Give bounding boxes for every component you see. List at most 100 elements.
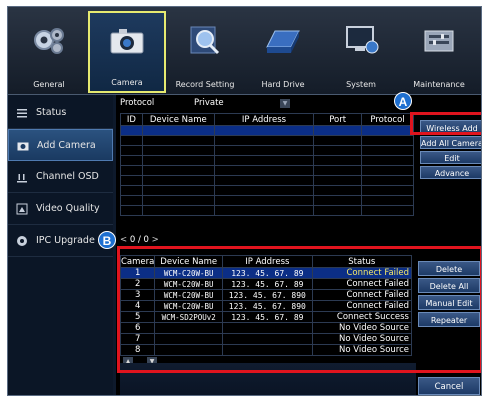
sidebar-item-channel-osd[interactable]: Channel OSD	[8, 161, 113, 193]
table-row[interactable]	[120, 135, 414, 146]
table-cell	[120, 205, 143, 216]
table-cell	[141, 165, 215, 176]
table-cell	[213, 205, 315, 216]
table-cell	[141, 125, 215, 136]
osd-icon	[17, 174, 27, 183]
table-row[interactable]	[120, 125, 414, 136]
table-cell	[361, 165, 414, 176]
sidebar-item-status[interactable]: Status	[8, 97, 113, 129]
hard-drive-icon	[266, 30, 300, 53]
menu-maintenance[interactable]: Maintenance	[400, 11, 478, 93]
edit-button[interactable]: Edit	[420, 151, 481, 164]
dropdown-arrow-icon[interactable]: ▼	[280, 99, 290, 108]
marker-b: B	[98, 231, 116, 249]
table-header-row: ID Device Name IP Address Port Protocol	[120, 113, 414, 126]
table-cell	[361, 125, 414, 136]
table-cell	[141, 185, 215, 196]
camera-icon	[110, 29, 144, 54]
menu-label: Hard Drive	[261, 80, 305, 89]
menu-label: General	[33, 80, 65, 89]
table-cell	[213, 175, 315, 186]
sidebar-item-video-quality[interactable]: Video Quality	[8, 193, 113, 225]
page-total: 0	[143, 235, 149, 245]
table-cell	[313, 155, 363, 166]
table-cell	[313, 125, 363, 136]
top-menu: General Camera Record Setting Hard Drive…	[8, 7, 481, 95]
table-row[interactable]	[120, 145, 414, 156]
table-cell	[361, 135, 414, 146]
table-cell	[361, 155, 414, 166]
sidebar-item-label: Video Quality	[36, 203, 100, 214]
table-cell	[141, 145, 215, 156]
menu-label: System	[346, 80, 376, 89]
menu-label: Record Setting	[175, 80, 235, 89]
table-cell	[120, 125, 143, 136]
table-cell	[141, 195, 215, 206]
table-cell	[313, 135, 363, 146]
table-cell	[120, 135, 143, 146]
table-cell	[313, 185, 363, 196]
page-current: 0	[129, 235, 136, 245]
table-cell	[213, 195, 315, 206]
table-cell	[361, 195, 414, 206]
menu-hard-drive[interactable]: Hard Drive	[244, 11, 322, 93]
table-cell	[213, 185, 315, 196]
menu-record-setting[interactable]: Record Setting	[166, 11, 244, 93]
marker-a: A	[394, 92, 412, 110]
table-row[interactable]	[120, 165, 414, 176]
menu-system[interactable]: System	[322, 11, 400, 93]
advance-button[interactable]: Advance	[420, 166, 481, 179]
table-cell	[361, 175, 414, 186]
menu-label: Maintenance	[413, 80, 465, 89]
table-cell	[213, 125, 315, 136]
table-cell	[313, 195, 363, 206]
table-cell	[141, 155, 215, 166]
table-cell	[361, 185, 414, 196]
table-cell	[213, 145, 315, 156]
protocol-label: Protocol	[120, 98, 155, 108]
table-cell	[213, 165, 315, 176]
highlight-box-b	[117, 246, 481, 373]
table-row[interactable]	[120, 175, 414, 186]
table-cell	[141, 205, 215, 216]
table-cell	[120, 145, 143, 156]
table-cell	[313, 145, 363, 156]
list-icon	[17, 109, 27, 118]
column-header: Device Name	[141, 113, 215, 126]
column-header: ID	[120, 113, 143, 126]
sidebar-item-label: IPC Upgrade	[36, 235, 95, 246]
menu-general[interactable]: General	[10, 11, 88, 93]
table-row[interactable]	[120, 155, 414, 166]
add-all-cameras-button[interactable]: Add All Cameras	[420, 136, 481, 149]
table-cell	[120, 175, 143, 186]
next-page-icon[interactable]: >	[152, 235, 159, 245]
column-header: Port	[313, 113, 363, 126]
table-cell	[313, 205, 363, 216]
prev-page-icon[interactable]: <	[120, 235, 127, 245]
table-cell	[120, 195, 143, 206]
table-cell	[141, 135, 215, 146]
search-results-table: ID Device Name IP Address Port Protocol	[120, 113, 414, 216]
cancel-button[interactable]: Cancel	[418, 377, 480, 395]
table-cell	[313, 165, 363, 176]
sidebar: Status Add Camera Channel OSD Video Qual…	[8, 95, 113, 395]
dvr-window: General Camera Record Setting Hard Drive…	[7, 6, 482, 396]
protocol-select[interactable]: Private	[194, 98, 224, 108]
column-header: IP Address	[213, 113, 315, 126]
table-cell	[120, 165, 143, 176]
table-row[interactable]	[120, 205, 414, 216]
sidebar-item-label: Status	[36, 107, 67, 118]
monitor-icon	[346, 26, 379, 54]
sidebar-item-add-camera[interactable]: Add Camera	[8, 129, 113, 161]
magnifier-icon	[190, 26, 220, 55]
table-cell	[120, 185, 143, 196]
table-cell	[313, 175, 363, 186]
highlight-box-a	[410, 112, 481, 135]
table-row[interactable]	[120, 185, 414, 196]
table-row[interactable]	[120, 195, 414, 206]
table-cell	[361, 145, 414, 156]
menu-camera[interactable]: Camera	[88, 11, 166, 93]
camera-small-icon	[17, 142, 29, 151]
menu-label: Camera	[111, 78, 143, 87]
upgrade-icon	[17, 236, 27, 246]
